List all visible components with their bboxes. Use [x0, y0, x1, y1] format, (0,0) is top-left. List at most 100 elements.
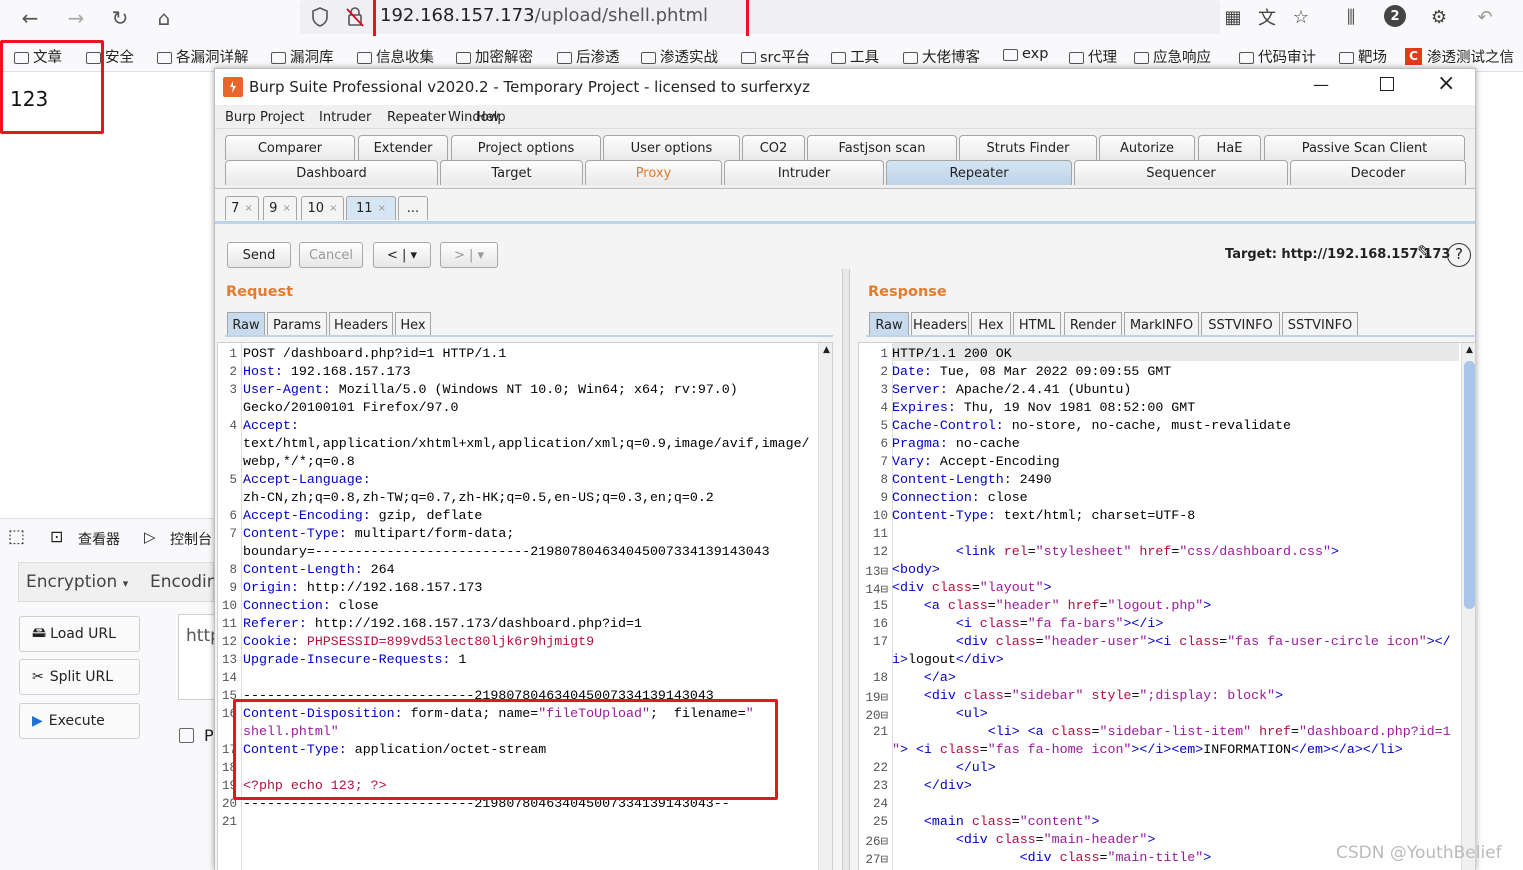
bookmark-item[interactable]: src平台: [741, 46, 810, 67]
forward-icon[interactable]: →: [62, 4, 90, 32]
repeater-tab[interactable]: 7 ×: [225, 196, 259, 220]
request-view-tab[interactable]: Params: [267, 312, 327, 337]
main-tab[interactable]: Extender: [358, 135, 448, 160]
reload-icon[interactable]: ↻: [106, 4, 134, 32]
devtools-inspector-tab[interactable]: 查看器: [78, 529, 120, 549]
response-view-tab[interactable]: Render: [1064, 312, 1122, 337]
main-tab[interactable]: Struts Finder: [959, 135, 1097, 160]
main-tab[interactable]: Repeater: [886, 160, 1072, 185]
console-icon[interactable]: ▷: [144, 528, 156, 546]
bookmark-item[interactable]: 各漏洞详解: [157, 46, 249, 67]
main-tab[interactable]: Fastjson scan: [807, 135, 957, 160]
devtools-console-tab[interactable]: 控制台: [170, 529, 212, 549]
request-view-tab[interactable]: Headers: [329, 312, 393, 337]
library-icon[interactable]: ⫼: [1338, 4, 1364, 30]
undo-icon[interactable]: ↶: [1472, 4, 1498, 30]
repeater-tab[interactable]: 10 ×: [301, 196, 344, 220]
element-picker-icon[interactable]: ⬚: [8, 526, 25, 547]
bookmark-item[interactable]: 靶场: [1339, 46, 1387, 67]
bookmark-item[interactable]: 后渗透: [557, 46, 620, 67]
request-scrollbar[interactable]: ▲: [818, 343, 832, 870]
pane-divider[interactable]: [842, 269, 850, 870]
main-tab[interactable]: Dashboard: [225, 160, 438, 185]
help-icon[interactable]: ?: [1447, 243, 1471, 267]
main-tab[interactable]: HaE: [1198, 135, 1261, 160]
main-tab[interactable]: Intruder: [724, 160, 884, 185]
repeater-tab[interactable]: 11 ×: [346, 196, 396, 220]
main-tab[interactable]: Proxy: [585, 160, 722, 185]
response-view-tab[interactable]: SSTVINFO: [1201, 312, 1280, 337]
close-tab-icon[interactable]: ×: [378, 203, 386, 214]
split-url-button[interactable]: ✂ Split URL: [19, 659, 140, 695]
response-view-tab[interactable]: Hex: [971, 312, 1011, 337]
encryption-menu[interactable]: Encryption ▾: [26, 572, 128, 592]
qr-code-icon[interactable]: ▦: [1220, 4, 1246, 30]
line-number: 20⊟: [865, 709, 888, 723]
post-data-checkbox[interactable]: [179, 728, 194, 743]
edit-target-icon[interactable]: ✎: [1417, 242, 1432, 263]
bookmark-item[interactable]: C 渗透测试之信: [1405, 46, 1514, 67]
close-tab-icon[interactable]: ×: [244, 203, 252, 214]
home-icon[interactable]: ⌂: [150, 4, 178, 32]
menu-item[interactable]: Repeater: [387, 110, 446, 125]
bookmark-item[interactable]: 信息收集: [357, 46, 434, 67]
main-tab[interactable]: Sequencer: [1074, 160, 1288, 185]
folder-icon: [1134, 51, 1149, 64]
bookmark-item[interactable]: 大佬博客: [903, 46, 980, 67]
response-view-tab[interactable]: HTML: [1013, 312, 1061, 337]
main-tab[interactable]: Project options: [451, 135, 601, 160]
response-view-tab[interactable]: SSTVINFO: [1282, 312, 1358, 337]
line-number: 11: [872, 527, 888, 541]
history-forward-button[interactable]: > | ▾: [440, 242, 498, 268]
maximize-icon[interactable]: [1380, 77, 1394, 91]
translate-icon[interactable]: 文: [1254, 4, 1280, 30]
send-button[interactable]: Send: [227, 242, 291, 268]
encryption-label: Encryption: [26, 572, 118, 592]
request-view-tab[interactable]: Raw: [227, 312, 265, 337]
main-tab[interactable]: Target: [440, 160, 583, 185]
bookmark-item[interactable]: 代码审计: [1239, 46, 1316, 67]
main-tab[interactable]: Autorize: [1099, 135, 1195, 160]
response-scrollbar[interactable]: ▲: [1461, 343, 1475, 870]
star-bookmark-icon[interactable]: ☆: [1288, 4, 1314, 30]
main-tab[interactable]: Passive Scan Client: [1264, 135, 1465, 160]
minimize-icon[interactable]: —: [1313, 75, 1329, 94]
main-tab[interactable]: Comparer: [225, 135, 355, 160]
main-tab[interactable]: CO2: [742, 135, 805, 160]
response-view-tab[interactable]: Headers: [911, 312, 969, 337]
bookmark-item[interactable]: 漏洞库: [271, 46, 334, 67]
menu-item[interactable]: Intruder: [319, 110, 371, 125]
extension-icon[interactable]: ⚙: [1426, 4, 1452, 30]
encoding-menu[interactable]: Encodin: [150, 572, 218, 592]
menu-item[interactable]: Help: [476, 110, 506, 125]
main-tab[interactable]: Decoder: [1290, 160, 1466, 185]
close-tab-icon[interactable]: ×: [282, 203, 290, 214]
execute-button[interactable]: ▶ Execute: [19, 703, 140, 739]
bookmark-item[interactable]: 代理: [1069, 46, 1117, 67]
insecure-lock-icon[interactable]: [344, 6, 366, 28]
request-view-tab[interactable]: Hex: [395, 312, 431, 337]
inspector-icon[interactable]: ⊡: [50, 527, 63, 546]
response-view-tab[interactable]: Raw: [869, 312, 909, 337]
repeater-tab[interactable]: 9 ×: [263, 196, 297, 220]
notification-badge[interactable]: 2: [1384, 5, 1406, 27]
menu-item[interactable]: Burp: [225, 110, 256, 125]
bookmark-item[interactable]: 工具: [831, 46, 879, 67]
scroll-thumb[interactable]: [1464, 361, 1475, 609]
menu-item[interactable]: Project: [260, 110, 304, 125]
bookmark-item[interactable]: 应急响应: [1134, 46, 1211, 67]
repeater-tab[interactable]: ...: [398, 196, 428, 220]
bookmark-item[interactable]: 渗透实战: [641, 46, 718, 67]
response-editor[interactable]: 1 2 3 4 5 6 7 8 9 10 11 12 13⊟ 14⊟ 15 16 17 18 19⊟ 20⊟ 21 22 2…: [858, 342, 1476, 870]
response-view-tab[interactable]: MarkINFO: [1124, 312, 1199, 337]
shield-icon[interactable]: [310, 6, 330, 28]
bookmark-item[interactable]: 加密解密: [456, 46, 533, 67]
back-icon[interactable]: ←: [16, 4, 44, 32]
history-back-button[interactable]: < | ▾: [373, 242, 431, 268]
close-icon[interactable]: ×: [1437, 71, 1455, 96]
close-tab-icon[interactable]: ×: [329, 203, 337, 214]
cancel-button[interactable]: Cancel: [299, 242, 363, 268]
load-url-button[interactable]: 🖴 Load URL: [19, 616, 140, 652]
main-tab[interactable]: User options: [603, 135, 740, 160]
bookmark-item[interactable]: exp: [1003, 46, 1048, 62]
